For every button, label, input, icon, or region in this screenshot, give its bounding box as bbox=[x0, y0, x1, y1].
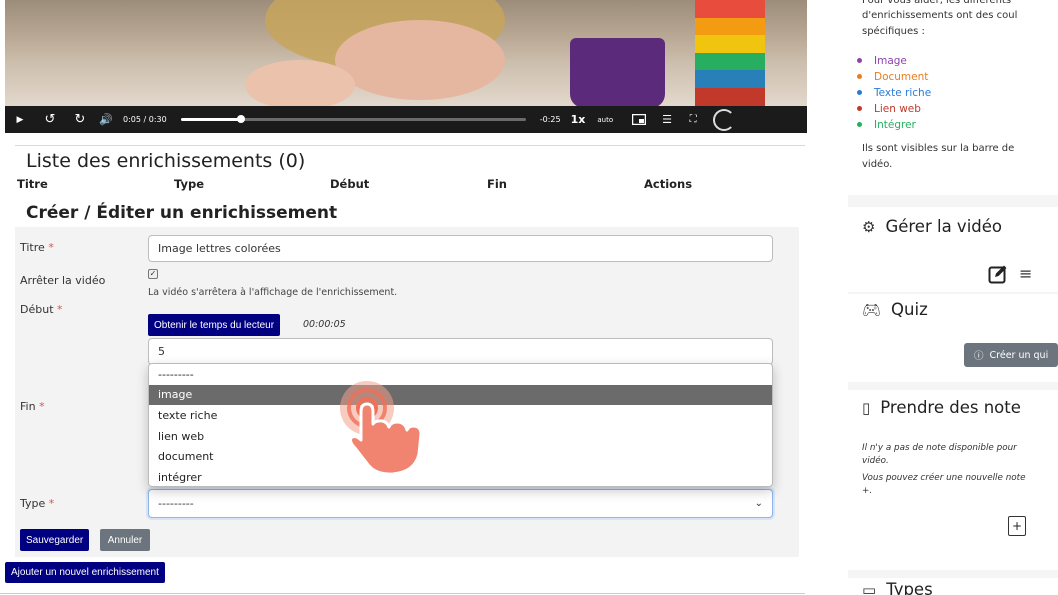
type-option[interactable]: document bbox=[149, 446, 772, 467]
video-scene-hand bbox=[245, 60, 355, 110]
video-controls: ▶ ↺ ↻ 🔊 0:05 / 0:30 -0:25 1x auto ☰ ⛶ bbox=[5, 106, 807, 133]
type-option[interactable]: lien web bbox=[149, 426, 772, 447]
type-select-value: --------- bbox=[158, 497, 194, 510]
col-actions: Actions bbox=[644, 177, 693, 191]
notes-card: ▯ Prendre des note Il n'y a pas de note … bbox=[848, 390, 1058, 570]
volume-icon[interactable]: 🔊 bbox=[95, 106, 117, 133]
cancel-button[interactable]: Annuler bbox=[100, 529, 150, 551]
intro-text: d'enrichissements ont des coul bbox=[862, 10, 1018, 21]
picture-in-picture-icon[interactable] bbox=[625, 106, 653, 133]
visible-text: vidéo. bbox=[862, 159, 893, 170]
notes-title: Prendre des note bbox=[880, 398, 1021, 417]
save-button[interactable]: Sauvegarder bbox=[20, 529, 90, 551]
stop-video-help: La vidéo s'arrêtera à l'affichage de l'e… bbox=[148, 287, 398, 298]
video-player[interactable]: ▶ ↺ ↻ 🔊 0:05 / 0:30 -0:25 1x auto ☰ ⛶ bbox=[5, 0, 807, 133]
type-option[interactable]: --------- bbox=[149, 364, 772, 385]
notes-empty-text: Il n'y a pas de note disponible pour bbox=[862, 443, 1017, 453]
video-scene-cup bbox=[570, 38, 665, 108]
stop-video-label: Arrêter la vidéo bbox=[20, 274, 106, 287]
stop-video-checkbox[interactable]: ✓ bbox=[148, 269, 158, 279]
manage-card: ⚙ Gérer la vidéo ≡ bbox=[848, 207, 1058, 292]
col-type: Type bbox=[174, 177, 205, 191]
player-time: 00:00:05 bbox=[303, 319, 346, 330]
legend-card: Pour vous aider, les différents d'enrich… bbox=[848, 0, 1058, 195]
time-total: 0:30 bbox=[148, 115, 167, 124]
square-icon: ▭ bbox=[862, 580, 877, 595]
manage-heading: ⚙ Gérer la vidéo bbox=[862, 217, 1002, 236]
types-heading: ▭ Types bbox=[862, 580, 933, 595]
video-scene-blocks bbox=[695, 0, 765, 106]
col-title: Titre bbox=[17, 177, 48, 191]
gear-icon: ⚙ bbox=[862, 217, 876, 236]
progress-fill bbox=[180, 118, 242, 121]
notes-heading: ▯ Prendre des note bbox=[862, 398, 1021, 417]
chevron-down-icon: ⌄ bbox=[754, 498, 763, 509]
progress-handle[interactable] bbox=[237, 115, 246, 123]
player-logo-icon bbox=[713, 108, 736, 131]
start-input[interactable]: 5 bbox=[148, 338, 773, 365]
col-start: Début bbox=[330, 177, 370, 191]
type-option-highlighted[interactable]: image bbox=[149, 384, 772, 406]
types-card: ▭ Types bbox=[848, 578, 1058, 595]
legend-image: Image bbox=[856, 53, 931, 69]
types-title: Types bbox=[886, 580, 933, 595]
end-label: Fin * bbox=[20, 400, 45, 413]
get-player-time-button[interactable]: Obtenir le temps du lecteur bbox=[148, 314, 281, 336]
playback-speed[interactable]: 1x bbox=[571, 113, 586, 126]
create-quiz-button[interactable]: ⓘ Créer un qui bbox=[964, 343, 1058, 367]
type-select[interactable]: --------- ⌄ bbox=[148, 489, 773, 518]
add-enrichment-button[interactable]: Ajouter un nouvel enrichissement bbox=[5, 562, 165, 583]
type-label: Type * bbox=[20, 497, 55, 510]
notes-empty-text: +. bbox=[862, 486, 873, 496]
title-label: Titre * bbox=[20, 241, 54, 254]
intro-text: spécifiques : bbox=[862, 26, 925, 37]
legend-web-link: Lien web bbox=[856, 101, 931, 117]
type-option[interactable]: intégrer bbox=[149, 467, 772, 486]
time-remaining: -0:25 bbox=[539, 115, 561, 124]
sidebar: Pour vous aider, les différents d'enrich… bbox=[848, 0, 1058, 595]
chapters-icon[interactable]: ☰ bbox=[653, 106, 681, 133]
rewind-icon[interactable]: ↺ bbox=[35, 106, 65, 133]
divider bbox=[15, 145, 805, 146]
notes-empty-text: vidéo. bbox=[862, 456, 889, 466]
title-input[interactable]: Image lettres colorées bbox=[148, 235, 773, 262]
time-current: 0:05 bbox=[123, 115, 141, 124]
forward-icon[interactable]: ↻ bbox=[65, 106, 95, 133]
help-circle-icon: ⓘ bbox=[974, 351, 984, 362]
editor-title: Créer / Éditer un enrichissement bbox=[26, 203, 338, 223]
type-option[interactable]: texte riche bbox=[149, 405, 772, 426]
quiz-title: Quiz bbox=[891, 300, 928, 319]
progress-bar[interactable] bbox=[180, 115, 526, 123]
play-icon[interactable]: ▶ bbox=[5, 106, 35, 133]
type-dropdown-list: --------- image texte riche lien web doc… bbox=[148, 363, 773, 487]
quality-selector[interactable]: auto bbox=[597, 116, 613, 124]
time-separator: / bbox=[143, 115, 147, 124]
video-scene-hand bbox=[335, 20, 505, 100]
visible-text: Ils sont visibles sur la barre de bbox=[862, 143, 1015, 154]
create-quiz-label: Créer un qui bbox=[989, 349, 1049, 361]
legend-document: Document bbox=[856, 69, 931, 85]
notebook-icon: ▯ bbox=[862, 398, 871, 417]
notes-empty-text: Vous pouvez créer une nouvelle note bbox=[862, 473, 1026, 483]
fullscreen-icon[interactable]: ⛶ bbox=[681, 106, 705, 133]
manage-title: Gérer la vidéo bbox=[885, 217, 1003, 236]
divider bbox=[0, 593, 805, 594]
quiz-card: 🎮︎ Quiz bbox=[848, 294, 1058, 382]
time-display: 0:05 / 0:30 bbox=[123, 115, 167, 124]
legend-embed: Intégrer bbox=[856, 117, 931, 133]
col-end: Fin bbox=[487, 177, 507, 191]
start-label: Début * bbox=[20, 303, 63, 316]
edit-icon[interactable] bbox=[988, 264, 1008, 289]
gamepad-icon: 🎮︎ bbox=[862, 300, 882, 319]
legend-rich-text: Texte riche bbox=[856, 87, 932, 99]
quiz-heading: 🎮︎ Quiz bbox=[862, 300, 928, 319]
add-note-icon[interactable]: + bbox=[1008, 516, 1026, 536]
type-legend: Image Document Texte riche Lien web Inté… bbox=[856, 53, 932, 133]
list-title: Liste des enrichissements (0) bbox=[26, 150, 306, 172]
page: ▶ ↺ ↻ 🔊 0:05 / 0:30 -0:25 1x auto ☰ ⛶ Li… bbox=[0, 0, 1058, 595]
video-frame[interactable] bbox=[5, 0, 807, 110]
menu-icon[interactable]: ≡ bbox=[1019, 264, 1032, 283]
